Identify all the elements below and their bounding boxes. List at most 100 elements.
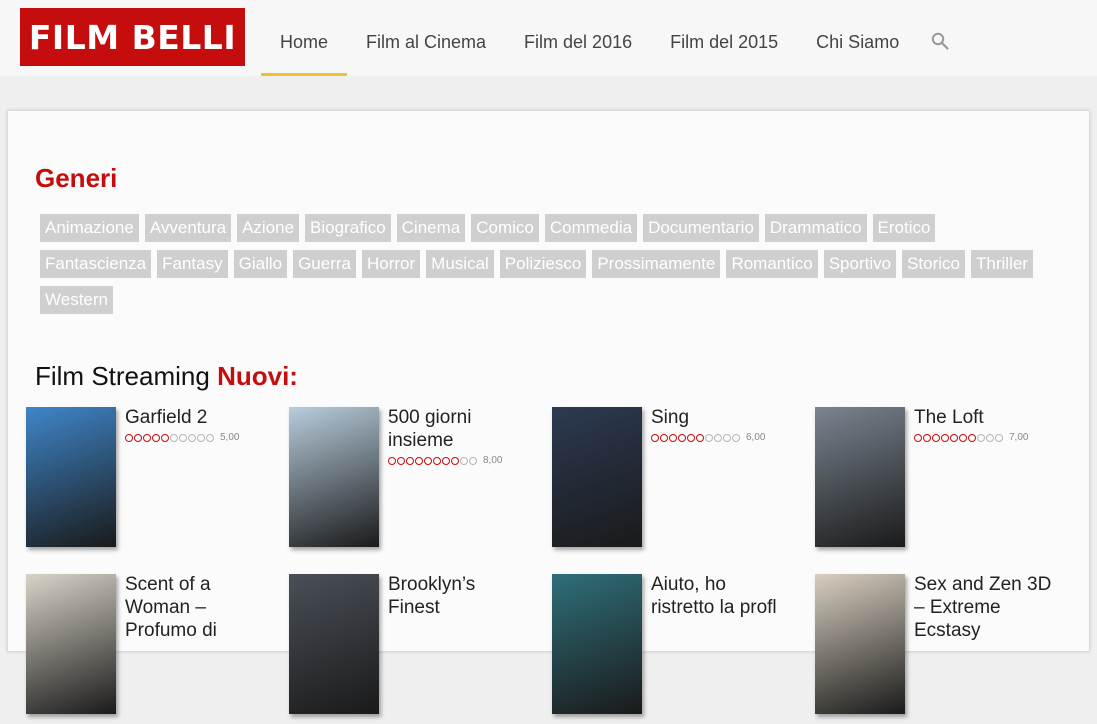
star-icon: [197, 433, 205, 442]
film-title[interactable]: 500 giorni insieme: [388, 406, 528, 452]
star-icon: [696, 433, 704, 442]
star-icon: [460, 456, 468, 465]
star-icon: [950, 433, 958, 442]
genre-tag-documentario[interactable]: Documentario: [643, 214, 759, 242]
film-poster[interactable]: [289, 574, 379, 714]
star-icon: [143, 433, 151, 442]
genre-tag-commedia[interactable]: Commedia: [544, 214, 638, 242]
film-card: Garfield 2 5,00: [26, 407, 276, 557]
film-title[interactable]: Sing: [651, 406, 791, 429]
star-icon: [977, 433, 985, 442]
film-poster[interactable]: [289, 407, 379, 547]
star-icon: [179, 433, 187, 442]
film-poster[interactable]: [26, 407, 116, 547]
film-rating: 7,00: [914, 432, 1028, 443]
star-icon: [397, 456, 405, 465]
genre-tag-musical[interactable]: Musical: [426, 250, 494, 278]
film-title[interactable]: Aiuto, ho ristretto la profl: [651, 573, 791, 619]
streaming-title-accent: Nuovi:: [217, 361, 298, 391]
star-icon: [705, 433, 713, 442]
genre-tag-fantasy[interactable]: Fantasy: [157, 250, 228, 278]
film-title[interactable]: Garfield 2: [125, 406, 265, 429]
film-score: 6,00: [746, 432, 766, 443]
film-poster[interactable]: [815, 574, 905, 714]
nav-film-al-cinema[interactable]: Film al Cinema: [347, 0, 505, 76]
film-rating: 6,00: [651, 432, 765, 443]
film-card: Scent of a Woman – Profumo di: [26, 574, 276, 724]
star-icon: [161, 433, 169, 442]
genre-tag-comico[interactable]: Comico: [471, 214, 539, 242]
genre-tag-giallo[interactable]: Giallo: [233, 250, 288, 278]
film-card: Aiuto, ho ristretto la profl: [552, 574, 802, 724]
film-poster[interactable]: [26, 574, 116, 714]
star-icon: [732, 433, 740, 442]
star-icon: [941, 433, 949, 442]
genre-tag-horror[interactable]: Horror: [362, 250, 421, 278]
rating-stars: [651, 433, 741, 442]
star-icon: [125, 433, 133, 442]
film-poster[interactable]: [815, 407, 905, 547]
film-rating: 8,00: [388, 455, 502, 466]
genre-tag-animazione[interactable]: Animazione: [40, 214, 139, 242]
nav-film-del-2015[interactable]: Film del 2015: [651, 0, 797, 76]
rating-stars: [388, 456, 478, 465]
genre-tag-cinema[interactable]: Cinema: [396, 214, 466, 242]
genre-tag-fantascienza[interactable]: Fantascienza: [40, 250, 152, 278]
genres-title: Generi: [35, 163, 118, 193]
star-icon: [923, 433, 931, 442]
genre-tag-romantico[interactable]: Romantico: [726, 250, 818, 278]
star-icon: [678, 433, 686, 442]
film-card: The Loft 7,00: [815, 407, 1065, 557]
genre-tag-prossimamente[interactable]: Prossimamente: [592, 250, 721, 278]
genre-tag-sportivo[interactable]: Sportivo: [823, 250, 897, 278]
star-icon: [406, 456, 414, 465]
star-icon: [651, 433, 659, 442]
main-nav: Home Film al Cinema Film del 2016 Film d…: [261, 0, 918, 76]
star-icon: [442, 456, 450, 465]
star-icon: [206, 433, 214, 442]
nav-chi-siamo[interactable]: Chi Siamo: [797, 0, 918, 76]
star-icon: [424, 456, 432, 465]
star-icon: [995, 433, 1003, 442]
genre-tag-western[interactable]: Western: [40, 286, 113, 314]
star-icon: [170, 433, 178, 442]
streaming-title: Film Streaming Nuovi:: [35, 361, 298, 392]
genre-tag-drammatico[interactable]: Drammatico: [764, 214, 867, 242]
genre-tag-thriller[interactable]: Thriller: [971, 250, 1033, 278]
genre-tag-avventura[interactable]: Avventura: [144, 214, 232, 242]
nav-home[interactable]: Home: [261, 0, 348, 76]
star-icon: [660, 433, 668, 442]
nav-film-del-2016[interactable]: Film del 2016: [505, 0, 651, 76]
star-icon: [388, 456, 396, 465]
genre-tag-storico[interactable]: Storico: [902, 250, 966, 278]
genre-tag-list: Animazione Avventura Azione Biografico Cinem…: [40, 214, 1050, 314]
film-poster[interactable]: [552, 407, 642, 547]
star-icon: [669, 433, 677, 442]
site-logo[interactable]: FILM BELLI: [20, 8, 245, 66]
search-icon[interactable]: [931, 32, 949, 50]
film-card: Brooklyn’s Finest: [289, 574, 539, 724]
film-card: Sex and Zen 3D – Extreme Ecstasy: [815, 574, 1065, 724]
genre-tag-erotico[interactable]: Erotico: [872, 214, 936, 242]
site-header: FILM BELLI Home Film al Cinema Film del …: [0, 0, 1097, 76]
film-title[interactable]: Brooklyn’s Finest: [388, 573, 528, 619]
star-icon: [134, 433, 142, 442]
film-rating: 5,00: [125, 432, 239, 443]
star-icon: [469, 456, 477, 465]
film-score: 7,00: [1009, 432, 1029, 443]
star-icon: [723, 433, 731, 442]
star-icon: [932, 433, 940, 442]
film-poster[interactable]: [552, 574, 642, 714]
star-icon: [152, 433, 160, 442]
film-card: 500 giorni insieme 8,00: [289, 407, 539, 557]
star-icon: [968, 433, 976, 442]
film-title[interactable]: Sex and Zen 3D – Extreme Ecstasy: [914, 573, 1054, 642]
star-icon: [914, 433, 922, 442]
genre-tag-biografico[interactable]: Biografico: [305, 214, 391, 242]
film-title[interactable]: The Loft: [914, 406, 1054, 429]
film-title[interactable]: Scent of a Woman – Profumo di: [125, 573, 265, 642]
genre-tag-azione[interactable]: Azione: [237, 214, 300, 242]
genre-tag-poliziesco[interactable]: Poliziesco: [499, 250, 587, 278]
genre-tag-guerra[interactable]: Guerra: [293, 250, 356, 278]
star-icon: [415, 456, 423, 465]
